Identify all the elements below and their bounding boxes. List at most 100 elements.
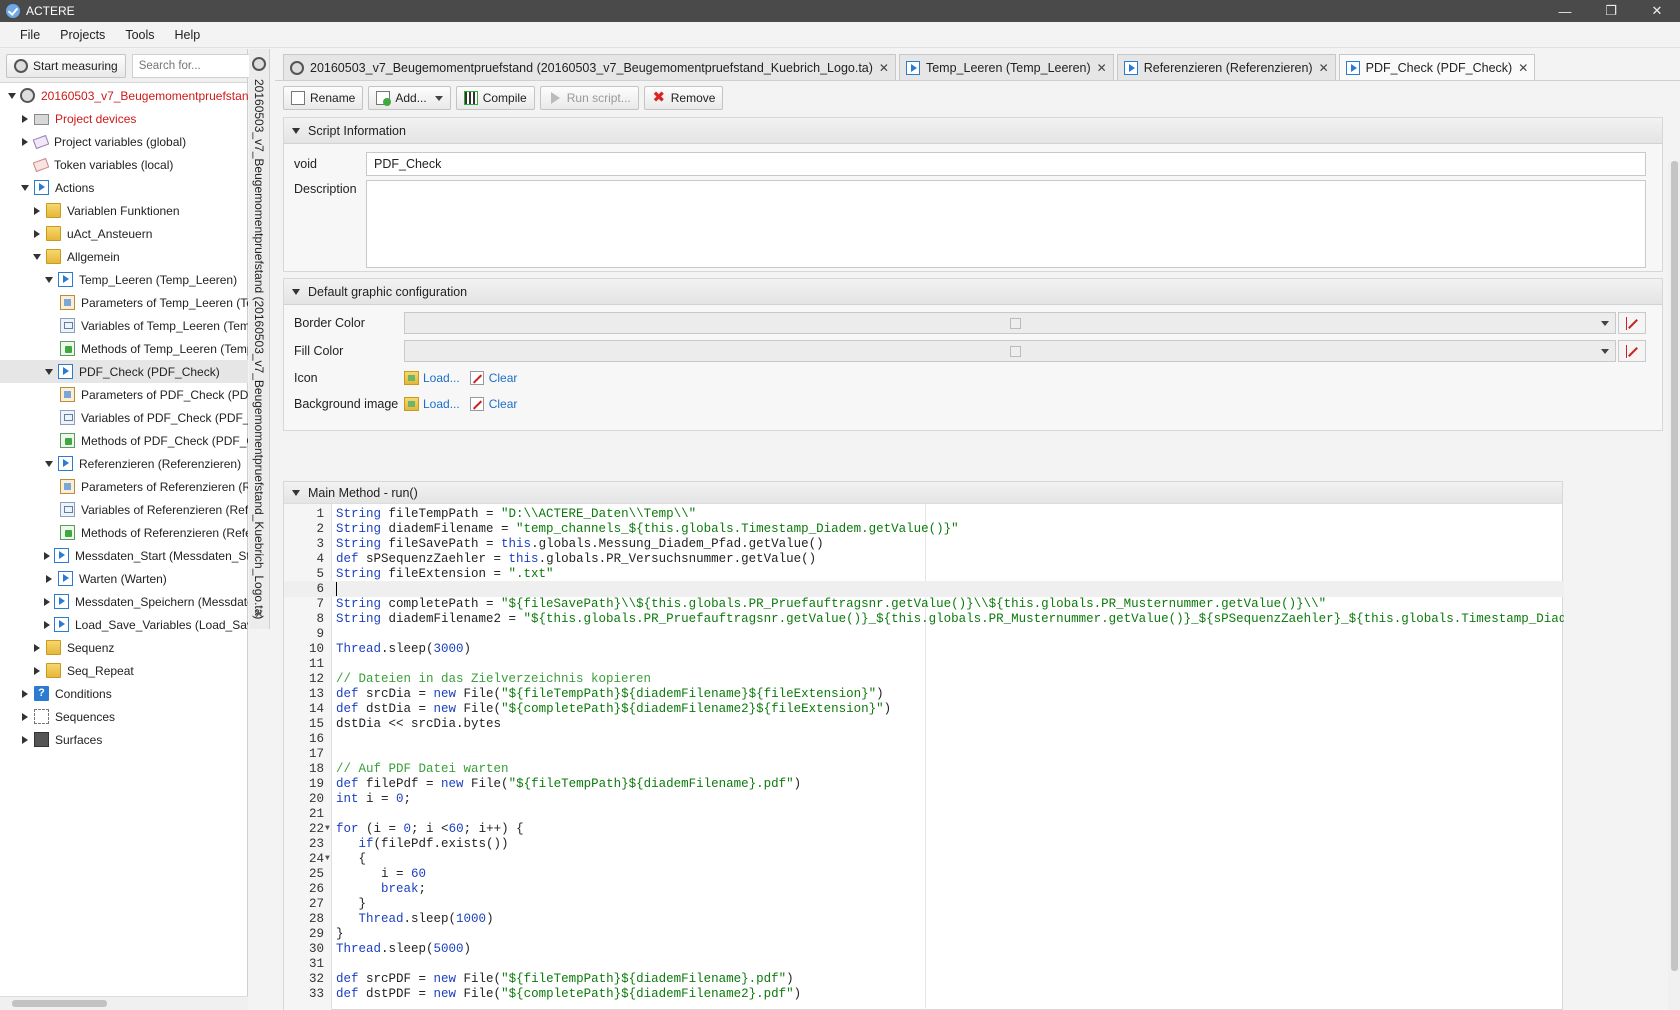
- fold-icon[interactable]: ▼: [325, 851, 330, 867]
- tree-item[interactable]: Sequences: [0, 705, 248, 728]
- fill-color-clear-button[interactable]: [1618, 340, 1646, 362]
- scrollbar-thumb[interactable]: [1671, 161, 1678, 971]
- menu-projects[interactable]: Projects: [50, 28, 115, 42]
- tree-item[interactable]: Warten (Warten): [0, 567, 248, 590]
- code-line[interactable]: 9: [284, 626, 1564, 642]
- search-input[interactable]: [131, 53, 250, 78]
- code-line[interactable]: 4 def sPSequenzZaehler = this.globals.PR_…: [284, 551, 1564, 567]
- editor-tab[interactable]: Referenzieren (Referenzieren) ✕: [1116, 54, 1336, 80]
- tree-item[interactable]: Surfaces: [0, 728, 248, 751]
- border-color-picker[interactable]: [404, 312, 1616, 334]
- icon-clear-link[interactable]: Clear: [489, 371, 518, 385]
- close-icon[interactable]: ✕: [254, 607, 264, 621]
- close-icon[interactable]: ✕: [1634, 0, 1680, 22]
- expand-icon[interactable]: [44, 597, 50, 607]
- expand-icon[interactable]: [32, 206, 42, 216]
- tree-item[interactable]: Referenzieren (Referenzieren): [0, 452, 248, 475]
- tree-item[interactable]: Load_Save_Variables (Load_Save_Variables…: [0, 613, 248, 636]
- tree-item[interactable]: Variables of Temp_Leeren (Temp_Leeren): [0, 314, 248, 337]
- expand-icon[interactable]: [20, 712, 30, 722]
- code-line[interactable]: 22 ▼ for (i = 0; i <60; i++) {: [284, 821, 1564, 837]
- code-editor[interactable]: 1 String fileTempPath = "D:\\ACTERE_Daten…: [284, 504, 1564, 1010]
- code-line[interactable]: 26 break;: [284, 881, 1564, 897]
- close-icon[interactable]: ✕: [1319, 61, 1329, 75]
- expand-icon[interactable]: [44, 574, 54, 584]
- tree-item[interactable]: Project variables (global): [0, 130, 248, 153]
- horizontal-scrollbar[interactable]: [0, 996, 248, 1010]
- expand-icon[interactable]: [20, 689, 30, 699]
- script-name-field[interactable]: PDF_Check: [366, 152, 1646, 176]
- code-line[interactable]: 15 dstDia << srcDia.bytes: [284, 716, 1564, 732]
- expand-icon[interactable]: [32, 229, 42, 239]
- expand-icon[interactable]: [20, 114, 30, 124]
- code-line[interactable]: 7 String completePath = "${fileSavePath}\…: [284, 596, 1564, 612]
- code-line[interactable]: 32 def srcPDF = new File("${fileTempPath}…: [284, 971, 1564, 987]
- add-button[interactable]: Add...: [368, 86, 451, 110]
- tree-item[interactable]: PDF_Check (PDF_Check): [0, 360, 248, 383]
- code-line[interactable]: 3 String fileSavePath = this.globals.Mess…: [284, 536, 1564, 552]
- close-icon[interactable]: ✕: [1097, 61, 1107, 75]
- script-information-header[interactable]: Script Information: [284, 118, 1662, 144]
- tree-item[interactable]: Project devices: [0, 107, 248, 130]
- tree-item[interactable]: Methods of Temp_Leeren (Temp_Leeren): [0, 337, 248, 360]
- expand-icon[interactable]: [32, 643, 42, 653]
- tree-item[interactable]: Parameters of Temp_Leeren (Temp_Leeren): [0, 291, 248, 314]
- remove-button[interactable]: ✖ Remove: [643, 86, 724, 110]
- code-line[interactable]: 25 i = 60: [284, 866, 1564, 882]
- tree-item[interactable]: Messdaten_Start (Messdaten_Start): [0, 544, 248, 567]
- code-line[interactable]: 27 }: [284, 896, 1564, 912]
- code-line[interactable]: 18 // Auf PDF Datei warten: [284, 761, 1564, 777]
- code-line[interactable]: 28 Thread.sleep(1000): [284, 911, 1564, 927]
- rename-button[interactable]: Rename: [283, 86, 364, 110]
- code-line[interactable]: 21: [284, 806, 1564, 822]
- fold-icon[interactable]: ▼: [325, 821, 330, 837]
- collapse-icon[interactable]: [32, 252, 42, 262]
- code-line[interactable]: 6: [284, 581, 1564, 597]
- fill-color-picker[interactable]: [404, 340, 1616, 362]
- tree-item[interactable]: Parameters of PDF_Check (PDF_Check): [0, 383, 248, 406]
- code-line[interactable]: 10 Thread.sleep(3000): [284, 641, 1564, 657]
- tree-item[interactable]: Seq_Repeat: [0, 659, 248, 682]
- code-line[interactable]: 17: [284, 746, 1564, 762]
- tree-item[interactable]: Allgemein: [0, 245, 248, 268]
- tree-item[interactable]: Parameters of Referenzieren (Referenzier…: [0, 475, 248, 498]
- editor-tab[interactable]: 20160503_v7_Beugemomentpruefstand (20160…: [283, 54, 896, 80]
- code-line[interactable]: 24 ▼ {: [284, 851, 1564, 867]
- tree-item[interactable]: Actions: [0, 176, 248, 199]
- tree-item[interactable]: Token variables (local): [0, 153, 248, 176]
- code-line[interactable]: 31: [284, 956, 1564, 972]
- tree-item[interactable]: Methods of PDF_Check (PDF_Check): [0, 429, 248, 452]
- run-script-button[interactable]: Run script...: [539, 86, 639, 110]
- tree-item[interactable]: Methods of Referenzieren (Referenzieren): [0, 521, 248, 544]
- code-line[interactable]: 33 def dstPDF = new File("${completePath}…: [284, 986, 1564, 1002]
- code-line[interactable]: 2 String diademFilename = "temp_channels_…: [284, 521, 1564, 537]
- collapse-icon[interactable]: [20, 183, 30, 193]
- collapse-icon[interactable]: [44, 275, 54, 285]
- tree-item[interactable]: Variables of Referenzieren (Referenziere…: [0, 498, 248, 521]
- restore-icon[interactable]: ❐: [1588, 0, 1634, 22]
- tree-item[interactable]: uAct_Ansteuern: [0, 222, 248, 245]
- editor-tab[interactable]: PDF_Check (PDF_Check) ✕: [1338, 54, 1536, 80]
- code-line[interactable]: 12 // Dateien in das Zielverzeichnis kopi…: [284, 671, 1564, 687]
- tree-item[interactable]: Variablen Funktionen: [0, 199, 248, 222]
- vertical-project-tab[interactable]: 20160503_v7_Beugemomentpruefstand (20160…: [249, 49, 270, 629]
- collapse-icon[interactable]: [8, 91, 16, 101]
- expand-icon[interactable]: [44, 551, 50, 561]
- minimize-icon[interactable]: —: [1542, 0, 1588, 22]
- tree-item[interactable]: Sequenz: [0, 636, 248, 659]
- collapse-icon[interactable]: [44, 367, 54, 377]
- compile-button[interactable]: Compile: [455, 86, 535, 110]
- code-line[interactable]: 11: [284, 656, 1564, 672]
- expand-icon[interactable]: [44, 620, 50, 630]
- border-color-clear-button[interactable]: [1618, 312, 1646, 334]
- code-line[interactable]: 16: [284, 731, 1564, 747]
- expand-icon[interactable]: [20, 137, 30, 147]
- code-line[interactable]: 23 if(filePdf.exists()): [284, 836, 1564, 852]
- scrollbar-thumb[interactable]: [12, 1000, 107, 1007]
- main-method-header[interactable]: Main Method - run(): [284, 482, 1562, 504]
- tree-item[interactable]: 20160503_v7_Beugemomentpruefstand: [0, 84, 248, 107]
- graphic-configuration-header[interactable]: Default graphic configuration: [284, 279, 1662, 305]
- icon-load-link[interactable]: Load...: [423, 371, 460, 385]
- background-load-link[interactable]: Load...: [423, 397, 460, 411]
- description-field[interactable]: [366, 180, 1646, 268]
